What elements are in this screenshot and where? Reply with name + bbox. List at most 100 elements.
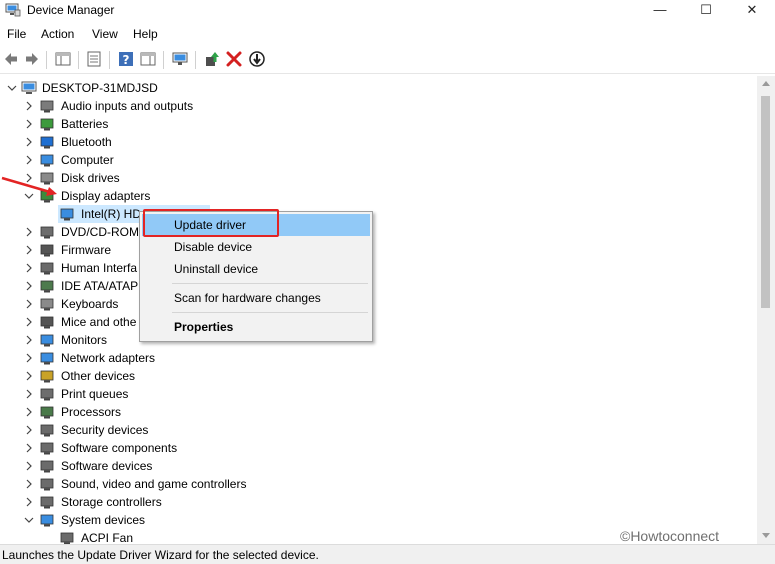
tree-category-item[interactable]: System devices xyxy=(0,511,400,529)
menu-file[interactable]: File xyxy=(7,27,26,41)
mouse-icon xyxy=(40,316,54,329)
hid-icon xyxy=(40,262,54,275)
annotation-highlight-box xyxy=(143,209,279,237)
scroll-up-icon[interactable] xyxy=(762,81,770,86)
forward-icon[interactable] xyxy=(23,50,41,68)
uninstall-icon[interactable] xyxy=(225,50,243,68)
menu-action[interactable]: Action xyxy=(41,27,74,41)
tree-item-label: Network adapters xyxy=(61,351,156,365)
chevron-right-icon[interactable] xyxy=(24,493,34,511)
tree-category-item[interactable]: Print queues xyxy=(0,385,400,403)
chevron-right-icon[interactable] xyxy=(24,313,34,331)
chevron-right-icon[interactable] xyxy=(24,457,34,475)
tree-category-item[interactable]: Disk drives xyxy=(0,169,400,187)
tree-root[interactable]: DESKTOP-31MDJSD xyxy=(0,79,300,97)
menu-help[interactable]: Help xyxy=(133,27,158,41)
tree-item-label: Keyboards xyxy=(61,297,119,311)
chevron-right-icon[interactable] xyxy=(24,439,34,457)
vertical-scrollbar[interactable] xyxy=(757,76,775,544)
system-device-child-icon xyxy=(60,532,74,544)
scroll-thumb[interactable] xyxy=(761,96,770,308)
chevron-right-icon[interactable] xyxy=(24,421,34,439)
context-item-label: Disable device xyxy=(174,240,253,254)
action-pane-icon[interactable] xyxy=(139,50,157,68)
context-uninstall-device[interactable]: Uninstall device xyxy=(142,258,370,280)
toolbar-separator xyxy=(78,51,79,69)
tree-category-item[interactable]: Bluetooth xyxy=(0,133,400,151)
disable-icon[interactable] xyxy=(248,50,266,68)
toolbar: ? xyxy=(0,47,775,74)
device-tree: DESKTOP-31MDJSD Audio inputs and outputs… xyxy=(0,76,757,544)
monitor-card-icon xyxy=(60,208,74,221)
software-device-icon xyxy=(40,460,54,473)
context-scan-hardware[interactable]: Scan for hardware changes xyxy=(142,287,370,309)
tree-category-item[interactable]: Sound, video and game controllers xyxy=(0,475,400,493)
show-hide-tree-icon[interactable] xyxy=(54,50,72,68)
context-separator xyxy=(172,312,368,313)
menu-bar: File Action View Help xyxy=(0,22,775,46)
tree-category-item[interactable]: Storage controllers xyxy=(0,493,400,511)
close-button[interactable]: ✕ xyxy=(729,0,775,21)
chevron-right-icon[interactable] xyxy=(24,403,34,421)
tree-item-label: Audio inputs and outputs xyxy=(61,99,194,113)
annotation-red-arrow xyxy=(1,176,57,196)
chevron-down-icon[interactable] xyxy=(7,79,17,97)
scan-hardware-icon[interactable] xyxy=(171,50,189,68)
status-text: Launches the Update Driver Wizard for th… xyxy=(2,548,319,562)
window-title: Device Manager xyxy=(27,3,115,17)
tree-category-item[interactable]: Audio inputs and outputs xyxy=(0,97,400,115)
sound-icon xyxy=(40,478,54,491)
software-component-icon xyxy=(40,442,54,455)
tree-category-item[interactable]: Other devices xyxy=(0,367,400,385)
back-icon[interactable] xyxy=(2,50,20,68)
context-properties[interactable]: Properties xyxy=(142,316,370,338)
minimize-button[interactable]: — xyxy=(637,0,683,21)
properties-icon[interactable] xyxy=(85,50,103,68)
chevron-right-icon[interactable] xyxy=(24,115,34,133)
chevron-right-icon[interactable] xyxy=(24,133,34,151)
chevron-right-icon[interactable] xyxy=(24,295,34,313)
tree-category-item[interactable]: Software devices xyxy=(0,457,400,475)
scroll-down-icon[interactable] xyxy=(762,533,770,538)
tree-category-item[interactable]: Batteries xyxy=(0,115,400,133)
toolbar-separator xyxy=(46,51,47,69)
other-devices-icon xyxy=(40,370,54,383)
context-separator xyxy=(172,283,368,284)
help-icon[interactable]: ? xyxy=(117,50,135,68)
chevron-right-icon[interactable] xyxy=(24,349,34,367)
chevron-right-icon[interactable] xyxy=(24,475,34,493)
tree-item-label: Firmware xyxy=(61,243,111,257)
storage-controller-icon xyxy=(40,496,54,509)
tree-item-label: Other devices xyxy=(61,369,136,383)
chevron-right-icon[interactable] xyxy=(24,151,34,169)
update-driver-icon[interactable] xyxy=(203,50,221,68)
tree-item-label: Security devices xyxy=(61,423,149,437)
tree-category-item[interactable]: Processors xyxy=(0,403,400,421)
chevron-down-icon[interactable] xyxy=(24,511,34,529)
tree-category-item[interactable]: Computer xyxy=(0,151,400,169)
chevron-right-icon[interactable] xyxy=(24,223,34,241)
tree-category-item[interactable]: Network adapters xyxy=(0,349,400,367)
tree-category-item[interactable]: Software components xyxy=(0,439,400,457)
maximize-button[interactable]: ☐ xyxy=(683,0,729,21)
chevron-right-icon[interactable] xyxy=(24,259,34,277)
tree-category-item[interactable]: Display adapters xyxy=(0,187,400,205)
tree-item-label: ACPI Fan xyxy=(81,531,134,544)
context-item-label: Uninstall device xyxy=(174,262,259,276)
tree-category-item[interactable]: Security devices xyxy=(0,421,400,439)
chevron-right-icon[interactable] xyxy=(24,385,34,403)
tree-item-label: Processors xyxy=(61,405,122,419)
tree-item-label: Monitors xyxy=(61,333,108,347)
chevron-right-icon[interactable] xyxy=(24,277,34,295)
menu-view[interactable]: View xyxy=(92,27,118,41)
chevron-right-icon[interactable] xyxy=(24,367,34,385)
chevron-right-icon[interactable] xyxy=(24,241,34,259)
chevron-right-icon[interactable] xyxy=(24,97,34,115)
context-item-label: Scan for hardware changes xyxy=(174,291,321,305)
tree-item-label: Human Interfa xyxy=(61,261,138,275)
tree-item-label: Mice and othe xyxy=(61,315,137,329)
tree-child-item[interactable]: ACPI Fan xyxy=(0,529,400,544)
context-disable-device[interactable]: Disable device xyxy=(142,236,370,258)
chevron-right-icon[interactable] xyxy=(24,331,34,349)
tree-item-label: Intel(R) HD xyxy=(81,207,142,221)
